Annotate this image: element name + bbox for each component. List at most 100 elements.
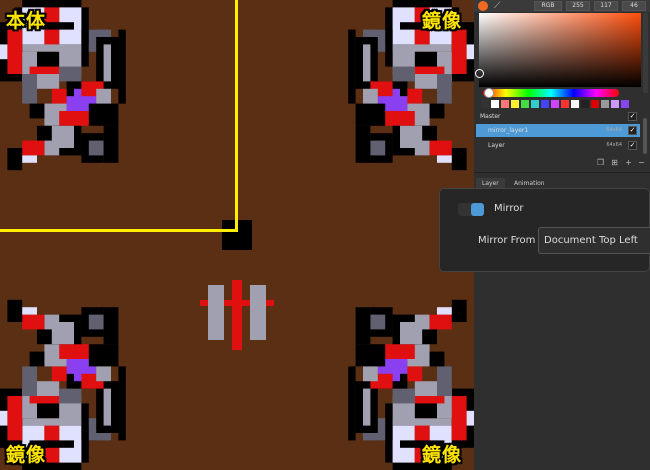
color-swatch[interactable] bbox=[571, 100, 579, 108]
current-color-swatch[interactable] bbox=[478, 1, 488, 11]
pixel-block bbox=[385, 44, 393, 67]
label-mirror-bottom-right: 鏡像 bbox=[422, 444, 463, 466]
pixel-block bbox=[348, 366, 356, 441]
add-layer-icon[interactable]: + bbox=[624, 158, 633, 167]
pixel-block bbox=[22, 74, 37, 104]
selection-right-edge bbox=[235, 0, 238, 232]
pixel-block bbox=[14, 37, 23, 60]
pixel-block bbox=[429, 314, 452, 330]
hue-slider[interactable] bbox=[483, 89, 619, 97]
pixel-block bbox=[385, 403, 393, 426]
color-swatch[interactable] bbox=[501, 100, 509, 108]
layer-name: Master bbox=[480, 113, 501, 120]
green-value-field[interactable]: 117 bbox=[594, 1, 618, 11]
pixel-block bbox=[451, 37, 460, 60]
color-swatch[interactable] bbox=[551, 100, 559, 108]
label-original: 本体 bbox=[6, 10, 47, 32]
pixel-block bbox=[81, 44, 89, 67]
pixel-block bbox=[51, 366, 67, 382]
visibility-checkbox[interactable]: ✓ bbox=[628, 126, 637, 135]
color-swatch[interactable] bbox=[491, 100, 499, 108]
color-field-knob[interactable] bbox=[475, 69, 484, 78]
pixel-block bbox=[355, 344, 386, 367]
color-swatch[interactable] bbox=[581, 100, 589, 108]
pixel-block bbox=[407, 88, 423, 104]
visibility-checkbox[interactable]: ✓ bbox=[628, 112, 637, 121]
merge-layer-icon[interactable]: ⊞ bbox=[610, 158, 619, 167]
pixel-block bbox=[466, 410, 474, 426]
pixel-block bbox=[355, 307, 371, 345]
color-swatch[interactable] bbox=[531, 100, 539, 108]
red-value-field[interactable]: 255 bbox=[566, 1, 590, 11]
eyedropper-icon[interactable]: ⟋ bbox=[494, 0, 504, 12]
delete-layer-icon[interactable]: − bbox=[637, 158, 646, 167]
layer-row-layer[interactable]: Layer 64x64 ✓ bbox=[476, 139, 640, 152]
color-swatch[interactable] bbox=[591, 100, 599, 108]
swatch-palette bbox=[481, 100, 629, 108]
pixel-block bbox=[88, 103, 119, 126]
pixel-block bbox=[37, 403, 60, 419]
panel-scrollbar[interactable] bbox=[643, 13, 648, 93]
pixel-block bbox=[29, 66, 60, 74]
saturation-value-field[interactable] bbox=[479, 13, 641, 87]
layer-list-scrollbar[interactable] bbox=[643, 118, 647, 154]
pixel-block bbox=[51, 88, 67, 104]
pixel-block bbox=[414, 314, 430, 330]
pixel-canvas[interactable]: 本体 鏡像 鏡像 鏡像 bbox=[0, 0, 474, 470]
mirror-toggle[interactable] bbox=[458, 203, 484, 216]
pixel-block bbox=[103, 388, 111, 426]
pixel-block bbox=[14, 410, 23, 433]
pixel-block bbox=[363, 388, 371, 426]
layer-name: Layer bbox=[488, 142, 505, 149]
color-swatch[interactable] bbox=[621, 100, 629, 108]
pixel-block bbox=[429, 103, 445, 119]
pixel-block bbox=[22, 140, 45, 156]
pixel-block bbox=[0, 44, 8, 60]
color-swatch[interactable] bbox=[511, 100, 519, 108]
layer-row-mirror[interactable]: mirror_layer1 64x64 ✓ bbox=[476, 124, 640, 137]
color-swatch[interactable] bbox=[601, 100, 609, 108]
layer-row-master[interactable]: Master ✓ bbox=[476, 110, 640, 123]
pixel-block bbox=[81, 403, 89, 426]
duplicate-layer-icon[interactable]: ❐ bbox=[596, 158, 605, 167]
pixel-block bbox=[103, 125, 119, 163]
pixel-block bbox=[37, 381, 60, 396]
pixel-block bbox=[363, 44, 371, 82]
pixel-block bbox=[370, 140, 386, 156]
color-mode-button[interactable]: RGB bbox=[534, 1, 562, 11]
pixel-block bbox=[466, 44, 474, 60]
pixel-block bbox=[88, 140, 104, 156]
pixel-block bbox=[355, 103, 386, 126]
mirror-label: Mirror bbox=[494, 203, 524, 214]
blue-value-field[interactable]: 46 bbox=[622, 1, 646, 11]
visibility-checkbox[interactable]: ✓ bbox=[628, 141, 637, 150]
color-swatch[interactable] bbox=[611, 100, 619, 108]
label-mirror-bottom-left: 鏡像 bbox=[6, 444, 47, 466]
color-swatch[interactable] bbox=[481, 100, 489, 108]
pixel-block bbox=[29, 351, 45, 367]
pixel-block bbox=[429, 351, 445, 367]
pixel-block bbox=[451, 299, 467, 322]
pixel-block bbox=[250, 285, 266, 340]
pixel-block bbox=[451, 148, 467, 171]
pixel-block bbox=[414, 403, 437, 419]
color-swatch[interactable] bbox=[521, 100, 529, 108]
mirror-toggle-knob bbox=[471, 203, 484, 216]
pixel-block bbox=[29, 396, 60, 404]
pixel-block bbox=[59, 388, 82, 404]
hue-slider-knob[interactable] bbox=[484, 88, 494, 98]
pixel-block bbox=[7, 299, 23, 322]
label-mirror-top-right: 鏡像 bbox=[422, 10, 463, 32]
pixel-block bbox=[414, 51, 437, 67]
pixel-block bbox=[7, 148, 23, 171]
pixel-block bbox=[208, 285, 224, 340]
pixel-block bbox=[37, 74, 60, 89]
selection-bottom-edge bbox=[0, 229, 238, 232]
mirror-from-select[interactable]: Document Top Left bbox=[538, 227, 650, 254]
pixel-block bbox=[355, 125, 371, 163]
color-swatch[interactable] bbox=[541, 100, 549, 108]
pixel-block bbox=[451, 410, 460, 433]
pixel-block bbox=[118, 366, 126, 441]
color-swatch[interactable] bbox=[561, 100, 569, 108]
pixel-block bbox=[370, 314, 386, 330]
